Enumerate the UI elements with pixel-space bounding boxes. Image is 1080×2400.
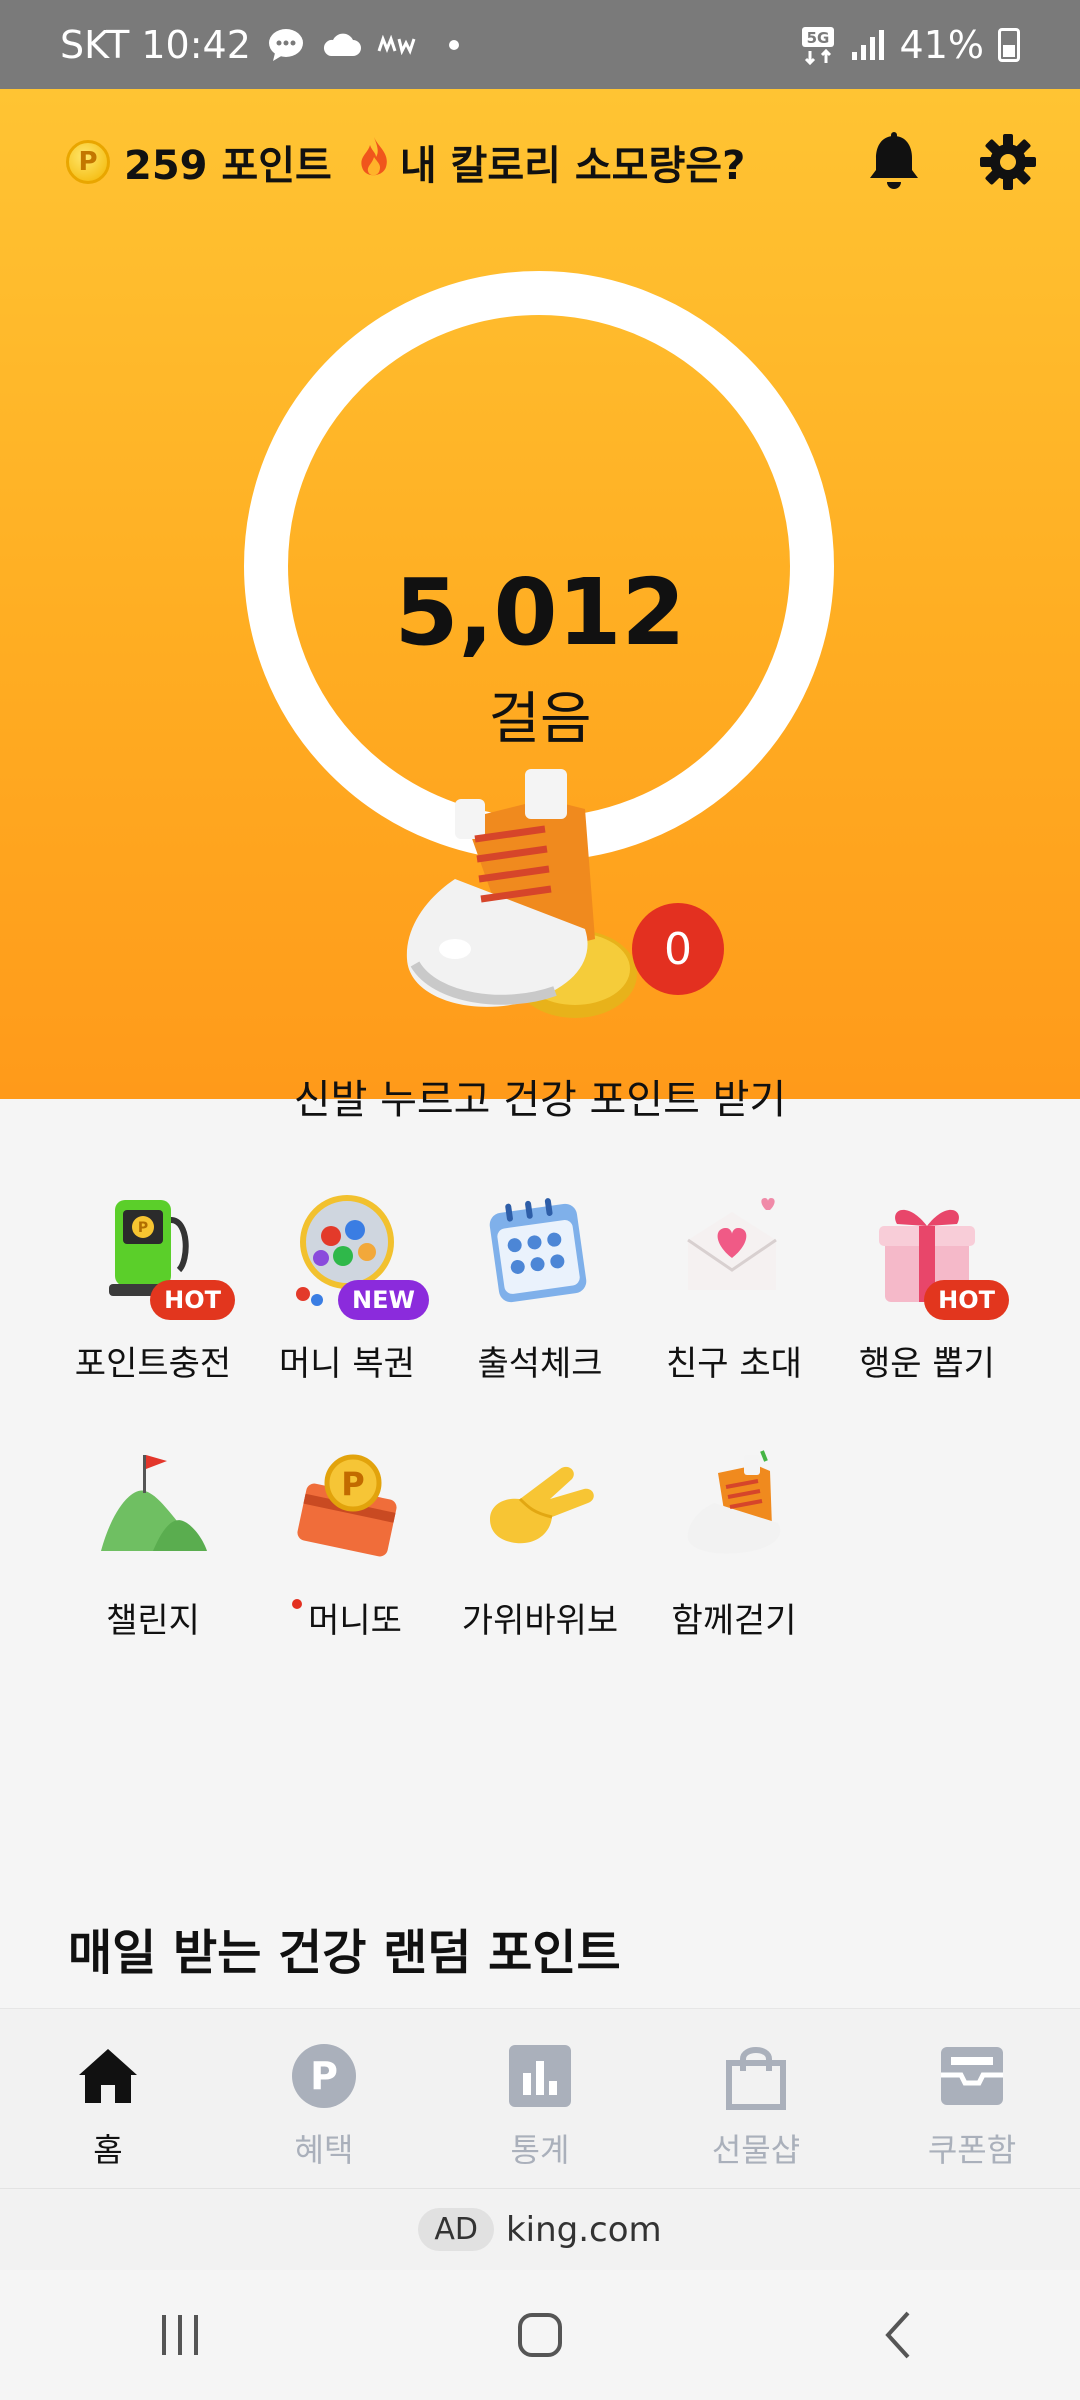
menu-label: 친구 초대 — [666, 1344, 802, 1384]
menu-label: 출석체크 — [477, 1344, 603, 1384]
coupon-box-icon — [937, 2041, 1007, 2111]
points-icon: P — [289, 2041, 359, 2111]
menu-label: 머니 복권 — [279, 1344, 415, 1384]
nav-gift-shop[interactable]: 선물샵 — [648, 2009, 864, 2188]
ad-label: AD — [418, 2208, 494, 2251]
signal-icon — [850, 28, 886, 62]
gift-box-icon: HOT — [867, 1190, 1009, 1320]
point-card-icon: P — [287, 1447, 407, 1567]
menu-invite-friend[interactable]: 친구 초대 — [637, 1190, 831, 1385]
back-icon[interactable] — [870, 2305, 930, 2365]
flame-icon — [356, 135, 392, 189]
gear-icon[interactable] — [976, 130, 1040, 194]
notification-dot — [448, 39, 459, 50]
menu-label: 머니또 — [250, 1593, 444, 1642]
top-bar: P 259 포인트 내 칼로리 소모량은? — [66, 117, 1040, 207]
bell-icon[interactable] — [862, 130, 926, 194]
menu-label: 포인트충전 — [74, 1344, 232, 1384]
menu-rock-paper-scissors[interactable]: 가위바위보 — [443, 1447, 637, 1642]
calendar-icon — [480, 1190, 600, 1310]
nav-home[interactable]: 홈 — [0, 2009, 216, 2188]
svg-text:P: P — [138, 1220, 148, 1236]
stats-icon — [505, 2041, 575, 2111]
menu-lucky-draw[interactable]: HOT 행운 뽑기 — [830, 1190, 1024, 1385]
home-button-icon[interactable] — [510, 2305, 570, 2365]
nav-coupons[interactable]: 쿠폰함 — [864, 2009, 1080, 2188]
menu-attendance[interactable]: 출석체크 — [443, 1190, 637, 1385]
charging-station-icon: P HOT — [93, 1190, 235, 1320]
sneaker-icon — [674, 1447, 794, 1567]
svg-text:P: P — [310, 2054, 338, 2098]
nav-stats[interactable]: 통계 — [432, 2009, 648, 2188]
love-letter-icon — [674, 1190, 794, 1310]
menu-manitto[interactable]: P 머니또 — [250, 1447, 444, 1642]
recent-apps-icon[interactable] — [150, 2305, 210, 2365]
reward-count-badge: 0 — [632, 903, 724, 995]
lottery-ball-icon: NEW — [287, 1190, 429, 1320]
hot-tag: HOT — [150, 1280, 235, 1320]
menu-point-charge[interactable]: P HOT 포인트충전 — [56, 1190, 250, 1385]
menu-label: 가위바위보 — [461, 1601, 619, 1641]
ad-banner[interactable]: AD king.com — [0, 2188, 1080, 2270]
mw-icon — [377, 34, 419, 55]
battery-icon — [998, 27, 1020, 62]
ad-text: king.com — [505, 2209, 662, 2250]
system-nav-bar — [0, 2270, 1080, 2400]
hot-tag: HOT — [924, 1280, 1009, 1320]
menu-walk-together[interactable]: 함께걷기 — [637, 1447, 831, 1642]
section-title: 매일 받는 건강 랜덤 포인트 — [68, 1925, 621, 1981]
calorie-link[interactable]: 내 칼로리 소모량은? — [356, 133, 745, 191]
shoe-button-icon[interactable] — [395, 759, 655, 1029]
menu-challenge[interactable]: 챌린지 — [56, 1447, 250, 1642]
menu-money-lottery[interactable]: NEW 머니 복권 — [250, 1190, 444, 1385]
status-bar: SKT 10:42 5G 41% — [0, 0, 1080, 89]
network-5g-icon: 5G — [800, 25, 836, 65]
cloud-icon — [321, 32, 361, 58]
new-tag: NEW — [338, 1280, 429, 1320]
svg-text:5G: 5G — [806, 29, 829, 47]
battery-percent: 41% — [899, 22, 984, 67]
scissors-hand-icon — [480, 1447, 600, 1567]
new-dot — [292, 1599, 303, 1609]
step-hero: P 259 포인트 내 칼로리 소모량은? 5,012 걸음 0 신발 누르고 … — [0, 89, 1080, 1123]
nav-benefits[interactable]: P 혜택 — [216, 2009, 432, 2188]
shopping-bag-icon — [721, 2041, 791, 2111]
chat-bubble-icon — [267, 27, 305, 63]
points-balance[interactable]: 259 포인트 — [124, 133, 332, 191]
step-label: 걸음 — [488, 687, 592, 752]
mountain-flag-icon — [93, 1447, 213, 1567]
calorie-prompt: 내 칼로리 소모량은? — [399, 143, 746, 189]
point-coin-icon: P — [66, 140, 110, 184]
bottom-nav: 홈 P 혜택 통계 선물샵 쿠폰함 — [0, 2008, 1080, 2188]
carrier-time: SKT 10:42 — [60, 22, 251, 67]
shoe-hint: 신발 누르고 건강 포인트 받기 — [293, 1077, 787, 1123]
home-icon — [73, 2041, 143, 2111]
menu-label: 함께걷기 — [671, 1601, 797, 1641]
step-count: 5,012 — [394, 559, 686, 666]
menu-label: 행운 뽑기 — [859, 1344, 995, 1384]
menu-label: 챌린지 — [106, 1601, 200, 1641]
svg-text:P: P — [341, 1465, 364, 1503]
